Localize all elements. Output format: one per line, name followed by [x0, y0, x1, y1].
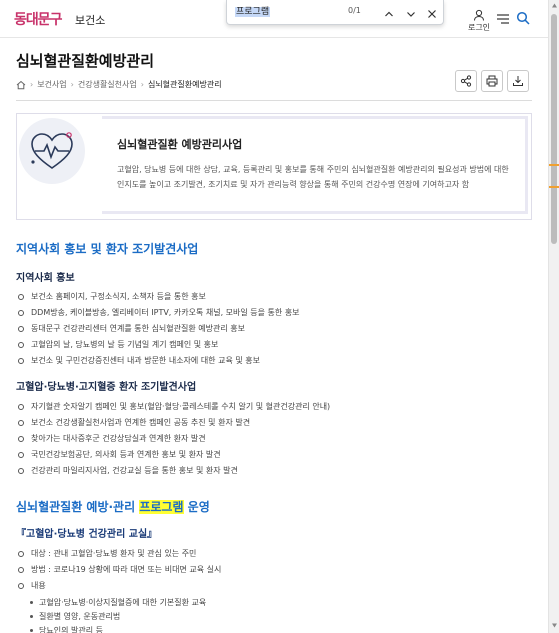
list-item: 자기혈관 숫자알기 캠페인 및 홍보(혈압·혈당·콜레스테롤 수치 알기 및 혈… — [18, 399, 330, 415]
find-result-marker — [549, 186, 559, 188]
list-item: 고혈압·당뇨병·이상지질혈증에 대한 기본질환 교육 — [30, 596, 206, 610]
section-title-part: 운영 — [183, 500, 210, 514]
print-button[interactable] — [481, 70, 503, 92]
find-close-button[interactable] — [426, 5, 438, 19]
list-item: 내용 — [18, 578, 221, 594]
find-match-count: 0/1 — [348, 6, 361, 15]
section-title-part: 심뇌혈관질환 예방·관리 — [16, 500, 140, 514]
list-item: DDM방송, 케이블방송, 엘리베이터 IPTV, 카카오톡 채널, 모바일 등… — [18, 305, 300, 321]
section-title-program: 심뇌혈관질환 예방·관리 프로그램 운영 — [16, 498, 210, 515]
find-result-marker — [549, 164, 559, 166]
site-logo[interactable]: 동대문구 — [14, 9, 63, 29]
list-item: 건강관리 마일리지사업, 건강교실 등을 통한 홍보 및 환자 발견 — [18, 463, 330, 479]
scroll-up-arrow-icon[interactable] — [551, 2, 558, 9]
subsection-title-class: 『고혈압·당뇨병 건강관리 교실』 — [16, 529, 158, 540]
page-scrollbar[interactable] — [548, 0, 559, 633]
list-item: 당뇨인의 발관리 등 — [30, 624, 206, 633]
breadcrumb-separator: › — [70, 80, 74, 89]
find-next-button[interactable] — [405, 5, 417, 19]
subsection-title-promotion: 지역사회 홍보 — [16, 273, 75, 284]
home-icon[interactable] — [16, 80, 26, 90]
menu-button[interactable] — [496, 11, 512, 27]
breadcrumb-separator: › — [30, 80, 34, 89]
section-title-early-detection: 지역사회 홍보 및 환자 조기발견사업 — [16, 242, 199, 256]
intro-description: 고혈압, 당뇨병 등에 대한 상담, 교육, 등록관리 및 홍보를 통해 주민의… — [117, 165, 509, 189]
hamburger-icon — [497, 14, 509, 24]
breadcrumb-current: 심뇌혈관질환예방관리 — [147, 80, 222, 89]
search-icon — [516, 11, 530, 25]
list-item: 보건소 홈페이지, 구정소식지, 소책자 등을 통한 홍보 — [18, 289, 300, 305]
chevron-up-icon — [385, 11, 393, 17]
intro-card: 심뇌혈관질환 예방관리사업 고혈압, 당뇨병 등에 대한 상담, 교육, 등록관… — [16, 113, 532, 220]
login-label: 로그인 — [467, 23, 491, 32]
download-button[interactable] — [507, 70, 529, 92]
list-item: 대상 : 관내 고혈압·당뇨병 환자 및 관심 있는 주민 — [18, 546, 221, 562]
find-bar: 프로그램 0/1 — [226, 0, 444, 25]
printer-icon — [486, 75, 498, 87]
scroll-down-arrow-icon[interactable] — [551, 622, 558, 629]
find-input[interactable]: 프로그램 — [235, 4, 271, 20]
breadcrumb-item[interactable]: 건강생활실천사업 — [78, 79, 137, 90]
user-icon — [474, 9, 484, 21]
intro-title: 심뇌혈관질환 예방관리사업 — [117, 138, 243, 151]
find-highlight: 프로그램 — [139, 500, 184, 514]
download-icon — [513, 76, 523, 86]
list-item: 보건소 및 구민건강증진센터 내과 방문한 내소자에 대한 교육 및 홍보 — [18, 353, 300, 369]
promotion-list: 보건소 홈페이지, 구정소식지, 소책자 등을 통한 홍보 DDM방송, 케이블… — [18, 289, 300, 369]
share-icon — [460, 75, 472, 87]
title-divider — [16, 100, 532, 101]
subsection-title-detection: 고혈압·당뇨병·고지혈증 환자 조기발견사업 — [16, 382, 197, 393]
list-item: 질환별 영양, 운동관리법 — [30, 610, 206, 624]
heart-pulse-icon — [31, 132, 73, 169]
list-item: 찾아가는 대사증후군 건강상담실과 연계한 환자 발견 — [18, 431, 330, 447]
find-previous-button[interactable] — [383, 5, 395, 19]
class-content-list: 고혈압·당뇨병·이상지질혈증에 대한 기본질환 교육 질환별 영양, 운동관리법… — [30, 596, 206, 633]
find-query: 프로그램 — [235, 7, 271, 17]
search-button[interactable] — [516, 10, 532, 26]
list-item: 고혈압의 날, 당뇨병의 날 등 기념일 계기 캠페인 및 홍보 — [18, 337, 300, 353]
intro-icon-circle — [19, 118, 85, 184]
page-title: 심뇌혈관질환예방관리 — [16, 52, 155, 70]
detection-list: 자기혈관 숫자알기 캠페인 및 홍보(혈압·혈당·콜레스테롤 수치 알기 및 혈… — [18, 399, 330, 479]
breadcrumb-separator: › — [140, 80, 144, 89]
breadcrumb: › 보건사업 › 건강생활실천사업 › 심뇌혈관질환예방관리 — [16, 79, 222, 90]
site-name[interactable]: 보건소 — [75, 12, 105, 28]
list-item: 방법 : 코로나19 상황에 따라 대면 또는 비대면 교육 실시 — [18, 562, 221, 578]
list-item: 국민건강보험공단, 의사회 등과 연계한 홍보 및 환자 발견 — [18, 447, 330, 463]
share-button[interactable] — [455, 70, 477, 92]
close-icon — [428, 10, 436, 18]
list-item: 동대문구 건강관리센터 연계를 통한 심뇌혈관질환 예방관리 홍보 — [18, 321, 300, 337]
scroll-thumb[interactable] — [551, 14, 557, 244]
login-button[interactable]: 로그인 — [462, 9, 496, 37]
chevron-down-icon — [407, 12, 415, 17]
breadcrumb-item[interactable]: 보건사업 — [37, 79, 66, 90]
class-info-list: 대상 : 관내 고혈압·당뇨병 환자 및 관심 있는 주민 방법 : 코로나19… — [18, 546, 221, 594]
list-item: 보건소 건강생활실천사업과 연계한 캠페인 공동 추진 및 환자 발견 — [18, 415, 330, 431]
